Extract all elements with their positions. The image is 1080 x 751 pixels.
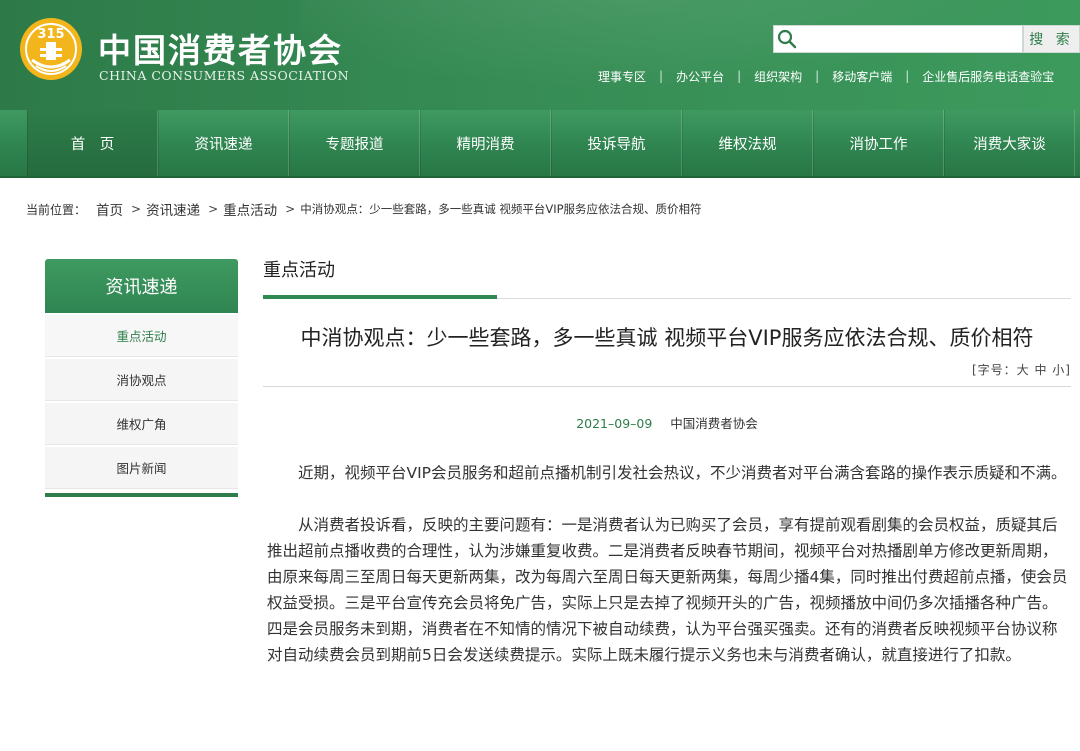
section-title: 重点活动 — [263, 260, 335, 281]
sidebar-item-key-activities[interactable]: 重点活动 — [45, 315, 238, 357]
sidebar-title: 资讯速递 — [45, 259, 238, 313]
article-title: 中消协观点：少一些套路，多一些真诚 视频平台VIP服务应依法合规、质价相符 — [300, 326, 1034, 350]
logo-text: 315 — [37, 27, 64, 42]
toplink-separator: | — [815, 69, 820, 83]
site-subtitle: CHINA CONSUMERS ASSOCIATION — [99, 68, 350, 83]
nav-item-home[interactable]: 首 页 — [27, 110, 158, 176]
nav-item-forum[interactable]: 消费大家谈 — [944, 110, 1075, 176]
breadcrumb-home[interactable]: 首页 — [96, 199, 123, 219]
article-date: 2021–09–09 — [576, 416, 653, 431]
breadcrumb-prefix: 当前位置： — [26, 202, 87, 217]
toplink-separator: | — [905, 69, 910, 83]
breadcrumb: 当前位置： 首页 > 资讯速递 > 重点活动 > 中消协观点：少一些套路，多一些… — [26, 199, 702, 219]
article-meta: 2021–09–09 中国消费者协会 — [263, 413, 1071, 432]
breadcrumb-key-activities[interactable]: 重点活动 — [223, 199, 277, 219]
breadcrumb-arrow: > — [285, 202, 296, 216]
sidebar-item-cca-views[interactable]: 消协观点 — [45, 359, 238, 401]
search-input[interactable] — [800, 27, 1015, 51]
breadcrumb-current: 中消协观点：少一些套路，多一些真诚 视频平台VIP服务应依法合规、质价相符 — [300, 202, 702, 216]
font-size-control[interactable]: [字号：大 中 小] — [263, 361, 1071, 378]
toplink-council[interactable]: 理事专区 — [598, 68, 646, 85]
header-background-wave — [300, 0, 1080, 110]
article-paragraph: 近期，视频平台VIP会员服务和超前点播机制引发社会热议，不少消费者对平台满含套路… — [298, 464, 1067, 482]
sidebar-bottom-bar — [45, 493, 238, 497]
nav-item-association-work[interactable]: 消协工作 — [813, 110, 944, 176]
nav-item-complaint[interactable]: 投诉导航 — [551, 110, 682, 176]
article-source: 中国消费者协会 — [670, 416, 758, 431]
sidebar: 资讯速递 重点活动 消协观点 维权广角 图片新闻 — [45, 259, 238, 497]
sidebar-item-rights-protection[interactable]: 维权广角 — [45, 403, 238, 445]
nav-item-special[interactable]: 专题报道 — [289, 110, 420, 176]
main-nav: 首 页 资讯速递 专题报道 精明消费 投诉导航 维权法规 消协工作 消费大家谈 — [0, 110, 1080, 178]
toplink-mobile[interactable]: 移动客户端 — [832, 68, 892, 85]
breadcrumb-news[interactable]: 资讯速递 — [146, 199, 200, 219]
nav-item-smart-consumption[interactable]: 精明消费 — [420, 110, 551, 176]
breadcrumb-arrow: > — [208, 202, 219, 216]
toplink-separator: | — [737, 69, 742, 83]
title-divider — [263, 386, 1071, 387]
breadcrumb-arrow: > — [131, 202, 142, 216]
top-links: 理事专区 | 办公平台 | 组织架构 | 移动客户端 | 企业售后服务电话查验宝 — [598, 68, 1054, 84]
toplink-office[interactable]: 办公平台 — [676, 68, 724, 85]
toplink-organization[interactable]: 组织架构 — [754, 68, 802, 85]
sidebar-item-photo-news[interactable]: 图片新闻 — [45, 447, 238, 489]
section-underline-accent — [263, 295, 497, 299]
search-button[interactable]: 搜 索 — [1023, 25, 1080, 53]
article-paragraph: 从消费者投诉看，反映的主要问题有：一是消费者认为已购买了会员，享有提前观看剧集的… — [267, 516, 1068, 664]
toplink-service-check[interactable]: 企业售后服务电话查验宝 — [922, 68, 1054, 85]
section-underline — [263, 295, 1071, 299]
toplink-separator: | — [659, 69, 664, 83]
nav-item-news[interactable]: 资讯速递 — [158, 110, 289, 176]
nav-item-laws[interactable]: 维权法规 — [682, 110, 813, 176]
search-box — [773, 25, 1023, 53]
site-title[interactable]: 中国消费者协会 — [98, 24, 343, 72]
search-icon — [774, 26, 800, 52]
cca-logo-icon[interactable]: 315 — [18, 16, 84, 82]
site-header: 315 中国消费者协会 CHINA CONSUMERS ASSOCIATION … — [0, 0, 1080, 110]
main-content: 重点活动 中消协观点：少一些套路，多一些真诚 视频平台VIP服务应依法合规、质价… — [263, 255, 1071, 668]
